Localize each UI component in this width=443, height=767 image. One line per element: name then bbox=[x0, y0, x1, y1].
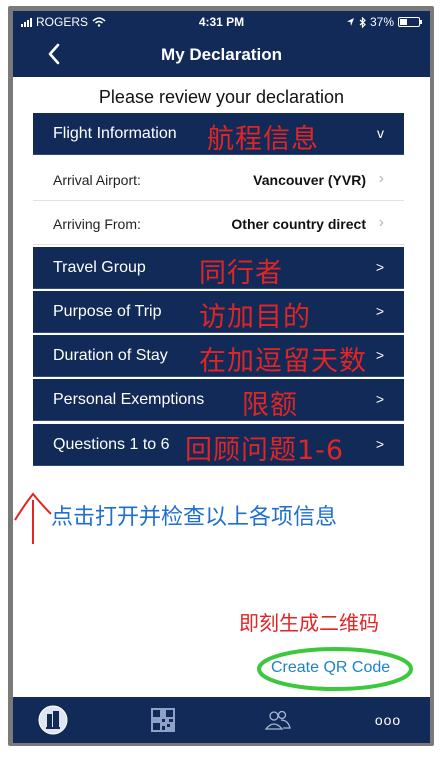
purpose-of-trip-label: Purpose of Trip bbox=[53, 303, 162, 320]
arriving-from-value: Other country direct bbox=[231, 216, 366, 232]
status-bar: ROGERS 4:31 PM 37% bbox=[13, 11, 430, 33]
arrival-airport-row[interactable]: Arrival Airport: Vancouver (YVR) › bbox=[33, 158, 404, 201]
bluetooth-icon bbox=[359, 16, 366, 28]
personal-exemptions-label: Personal Exemptions bbox=[53, 391, 205, 408]
battery-icon bbox=[398, 17, 422, 27]
questions-annotation: 回顾问题1-6 bbox=[185, 435, 345, 466]
review-heading: Please review your declaration bbox=[98, 87, 345, 107]
flight-information-row[interactable]: Flight Information 航程信息 v bbox=[33, 113, 404, 155]
page-title: My Declaration bbox=[161, 45, 282, 64]
chevron-right-icon: > bbox=[375, 436, 384, 452]
duration-of-stay-label: Duration of Stay bbox=[53, 347, 168, 364]
status-right: 37% bbox=[346, 15, 422, 29]
flight-information-annotation: 航程信息 bbox=[207, 124, 319, 155]
personal-exemptions-row[interactable]: Personal Exemptions 限额 > bbox=[33, 379, 404, 421]
chevron-right-icon: › bbox=[378, 170, 384, 187]
tab-home[interactable] bbox=[23, 697, 83, 743]
chevron-right-icon: › bbox=[378, 214, 384, 231]
chevron-right-icon: > bbox=[375, 347, 384, 363]
top-bar: ROGERS 4:31 PM 37% My Declaration bbox=[13, 11, 430, 77]
purpose-of-trip-annotation: 访加目的 bbox=[199, 302, 311, 333]
battery-percent: 37% bbox=[369, 15, 394, 29]
questions-row[interactable]: Questions 1 to 6 回顾问题1-6 > bbox=[33, 424, 404, 466]
chevron-right-icon: > bbox=[375, 391, 384, 407]
phone-screen: ROGERS 4:31 PM 37% My Declaration Please… bbox=[13, 11, 430, 743]
personal-exemptions-annotation: 限额 bbox=[242, 390, 298, 421]
arriving-from-row[interactable]: Arriving From: Other country direct › bbox=[33, 202, 404, 245]
travel-group-row[interactable]: Travel Group 同行者 > bbox=[33, 247, 404, 289]
create-qr-code-button[interactable]: Create QR Code bbox=[271, 659, 390, 677]
generate-annotation: 即刻生成二维码 bbox=[239, 611, 379, 635]
questions-label: Questions 1 to 6 bbox=[53, 436, 170, 453]
qr-code-icon bbox=[151, 708, 175, 732]
location-icon bbox=[346, 18, 354, 26]
chevron-right-icon: > bbox=[375, 259, 384, 275]
home-badge-icon bbox=[38, 705, 68, 735]
arrival-airport-value: Vancouver (YVR) bbox=[253, 172, 366, 188]
duration-of-stay-annotation: 在加逗留天数 bbox=[199, 346, 367, 377]
travel-group-annotation: 同行者 bbox=[199, 258, 283, 289]
purpose-of-trip-row[interactable]: Purpose of Trip 访加目的 > bbox=[33, 291, 404, 333]
duration-of-stay-row[interactable]: Duration of Stay 在加逗留天数 > bbox=[33, 335, 404, 377]
flight-information-label: Flight Information bbox=[53, 125, 177, 142]
tab-qr-code[interactable] bbox=[133, 697, 193, 743]
hint-annotation: 点击打开并检查以上各项信息 bbox=[51, 505, 338, 530]
chevron-down-icon: v bbox=[377, 125, 384, 141]
tab-travellers[interactable] bbox=[248, 697, 308, 743]
tab-bar: ooo bbox=[13, 697, 430, 743]
arriving-from-label: Arriving From: bbox=[53, 216, 141, 232]
chevron-right-icon: > bbox=[375, 303, 384, 319]
nav-bar: My Declaration bbox=[13, 35, 430, 75]
travel-group-label: Travel Group bbox=[53, 259, 146, 276]
tab-more[interactable]: ooo bbox=[358, 697, 418, 743]
arrival-airport-label: Arrival Airport: bbox=[53, 172, 141, 188]
people-icon bbox=[264, 710, 291, 730]
